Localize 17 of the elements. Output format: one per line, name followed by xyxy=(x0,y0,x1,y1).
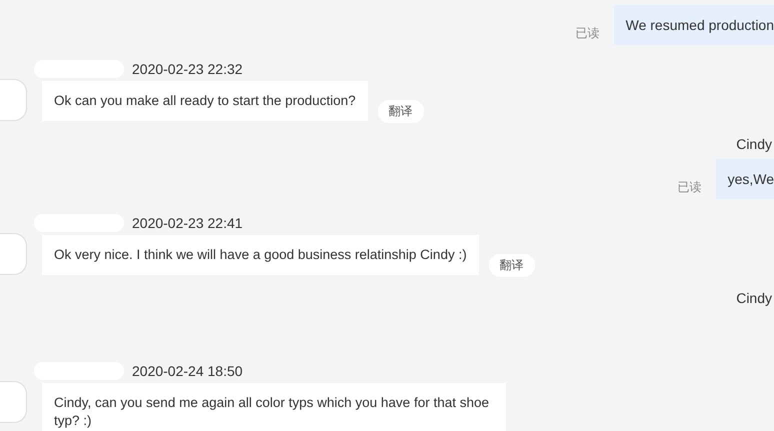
translate-button[interactable]: 翻译 xyxy=(378,100,424,123)
message-bubble: Ok can you make all ready to start the production? xyxy=(42,81,368,121)
message-bubble: We resumed production xyxy=(614,5,774,45)
avatar xyxy=(0,233,27,275)
avatar xyxy=(0,79,27,121)
read-status: 已读 xyxy=(576,25,600,42)
avatar xyxy=(0,381,27,423)
translate-button[interactable]: 翻译 xyxy=(488,254,535,277)
message-bubble: Cindy, can you send me again all color typs which you have for that shoe typ? :) xyxy=(42,383,506,431)
read-status: 已读 xyxy=(678,179,702,196)
message-time: 2020-02-23 22:41 xyxy=(132,215,243,231)
message-time: 2020-02-23 22:32 xyxy=(132,61,243,77)
message-time: 2020-02-24 18:50 xyxy=(132,363,243,379)
message-bubble: Ok very nice. I think we will have a good business relatinship Cindy :) xyxy=(42,235,479,275)
message-bubble: yes,We xyxy=(716,159,774,199)
sender-name: Cindy xyxy=(736,135,772,153)
sender-name: Cindy xyxy=(736,289,772,307)
